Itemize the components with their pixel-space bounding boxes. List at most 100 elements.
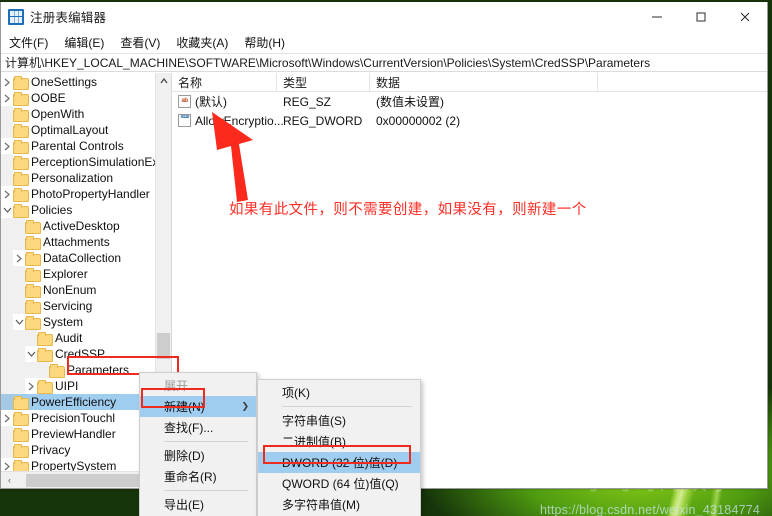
- tree-node-label: Parental Controls: [31, 139, 124, 153]
- tree-node-privacy[interactable]: Privacy: [1, 442, 155, 458]
- tree-indent-guide: [13, 282, 25, 298]
- tree-indent-guide: [1, 426, 13, 442]
- new-multi-string-value[interactable]: 多字符串值(M): [258, 494, 420, 515]
- binary-value-icon: 0110: [178, 114, 191, 127]
- chevron-right-icon[interactable]: [1, 138, 13, 154]
- menu-view[interactable]: 查看(V): [120, 34, 160, 51]
- address-bar[interactable]: 计算机\HKEY_LOCAL_MACHINE\SOFTWARE\Microsof…: [1, 53, 767, 72]
- ctx-find[interactable]: 查找(F)...: [140, 417, 256, 438]
- ctx-delete[interactable]: 删除(D): [140, 445, 256, 466]
- tree-indent-guide: [1, 170, 13, 186]
- maximize-button[interactable]: [679, 2, 723, 32]
- tree-node-onesettings[interactable]: OneSettings: [1, 74, 155, 90]
- tree-node-system[interactable]: System: [1, 314, 155, 330]
- menu-item-label: 展开: [164, 379, 189, 393]
- table-row[interactable]: 0110 AllowEncryptio... REG_DWORD 0x00000002…: [172, 111, 767, 130]
- chevron-right-icon[interactable]: [1, 74, 13, 90]
- tree-node-precisiontouchl[interactable]: PrecisionTouchl: [1, 410, 155, 426]
- tree-node-credssp[interactable]: CredSSP: [1, 346, 155, 362]
- tree-node-parameters[interactable]: Parameters: [1, 362, 155, 378]
- folder-icon: [25, 268, 41, 282]
- ctx-export[interactable]: 导出(E): [140, 494, 256, 515]
- folder-icon: [49, 364, 65, 378]
- tree-node-openwith[interactable]: OpenWith: [1, 106, 155, 122]
- tree-node-label: PrecisionTouchl: [31, 411, 116, 425]
- chevron-right-icon[interactable]: [13, 250, 25, 266]
- chevron-right-icon[interactable]: [1, 458, 13, 471]
- chevron-down-icon[interactable]: [25, 346, 37, 362]
- tree-node-datacollection[interactable]: DataCollection: [1, 250, 155, 266]
- table-row[interactable]: ab (默认) REG_SZ (数值未设置): [172, 92, 767, 111]
- folder-icon: [37, 348, 53, 362]
- window-titlebar[interactable]: 注册表编辑器: [1, 2, 767, 32]
- tree-node-attachments[interactable]: Attachments: [1, 234, 155, 250]
- tree-indent-guide: [13, 330, 25, 346]
- tree-node-perceptionsimulationex[interactable]: PerceptionSimulationEx: [1, 154, 158, 170]
- menu-file[interactable]: 文件(F): [9, 34, 48, 51]
- menu-item-label: 删除(D): [164, 449, 205, 463]
- chevron-right-icon[interactable]: [25, 378, 37, 394]
- tree-node-servicing[interactable]: Servicing: [1, 298, 155, 314]
- folder-icon: [13, 140, 29, 154]
- chevron-down-icon[interactable]: [1, 202, 13, 218]
- tree-node-label: System: [43, 315, 84, 329]
- tree-node-activedesktop[interactable]: ActiveDesktop: [1, 218, 155, 234]
- tree-node-optimallayout[interactable]: OptimalLayout: [1, 122, 155, 138]
- tree-node-label: Privacy: [31, 443, 71, 457]
- new-qword-64[interactable]: QWORD (64 位)值(Q): [258, 473, 420, 494]
- tree-indent-guide: [1, 394, 13, 410]
- menu-favorites[interactable]: 收藏夹(A): [176, 34, 228, 51]
- tree-hscrollbar-thumb[interactable]: [26, 474, 146, 487]
- tree-indent-guide: [1, 330, 13, 346]
- tree-node-audit[interactable]: Audit: [1, 330, 155, 346]
- new-key[interactable]: 项(K): [258, 382, 420, 403]
- value-name-text: AllowEncryptio...: [195, 113, 284, 128]
- menu-separator: [282, 406, 412, 407]
- menu-item-label: 查找(F)...: [164, 421, 214, 435]
- ctx-new[interactable]: 新建(N) ❯: [140, 396, 256, 417]
- tree-node-parental-controls[interactable]: Parental Controls: [1, 138, 155, 154]
- tree-indent-guide: [13, 346, 25, 362]
- chevron-down-icon[interactable]: [13, 314, 25, 330]
- tree-node-uipi[interactable]: UIPI: [1, 378, 155, 394]
- tree-node-photopropertyhandler[interactable]: PhotoPropertyHandler: [1, 186, 155, 202]
- tree-node-personalization[interactable]: Personalization: [1, 170, 155, 186]
- tree-node-oobe[interactable]: OOBE: [1, 90, 155, 106]
- folder-icon: [25, 316, 41, 330]
- tree-node-explorer[interactable]: Explorer: [1, 266, 155, 282]
- ctx-rename[interactable]: 重命名(R): [140, 466, 256, 487]
- tree-node-previewhandler[interactable]: PreviewHandler: [1, 426, 155, 442]
- folder-icon: [25, 236, 41, 250]
- folder-icon: [13, 108, 29, 122]
- tree-node-label: Attachments: [43, 235, 110, 249]
- menu-help[interactable]: 帮助(H): [244, 34, 285, 51]
- tree-node-label: Audit: [55, 331, 83, 345]
- tree-scroll-left-arrow[interactable]: ‹: [1, 472, 18, 488]
- tree-node-powerefficiency[interactable]: PowerEfficiency: [1, 394, 155, 410]
- new-binary-value[interactable]: 二进制值(B): [258, 431, 420, 452]
- menu-item-label: QWORD (64 位)值(Q): [282, 477, 399, 491]
- menu-item-label: 导出(E): [164, 498, 204, 512]
- menu-item-label: 多字符串值(M): [282, 498, 360, 512]
- column-header-type[interactable]: 类型: [277, 73, 370, 91]
- folder-icon: [13, 460, 29, 471]
- tree-indent-guide: [13, 234, 25, 250]
- menu-edit[interactable]: 编辑(E): [64, 34, 104, 51]
- new-dword-32[interactable]: DWORD (32 位)值(D): [258, 452, 420, 473]
- blog-url-text: https://blog.csdn.net/weixin_43184774: [540, 503, 761, 516]
- tree-scrollbar-thumb[interactable]: [157, 333, 170, 359]
- chevron-right-icon[interactable]: [1, 186, 13, 202]
- tree-node-nonenum[interactable]: NonEnum: [1, 282, 155, 298]
- column-header-data[interactable]: 数据: [370, 73, 598, 91]
- minimize-button[interactable]: [635, 2, 679, 32]
- close-button[interactable]: [723, 2, 767, 32]
- chevron-right-icon[interactable]: [1, 410, 13, 426]
- menu-item-label: 重命名(R): [164, 470, 217, 484]
- tree-node-label: OOBE: [31, 91, 66, 105]
- tree-node-policies[interactable]: Policies: [1, 202, 155, 218]
- chevron-right-icon[interactable]: [1, 90, 13, 106]
- new-string-value[interactable]: 字符串值(S): [258, 410, 420, 431]
- tree-scroll-up-arrow[interactable]: [156, 73, 171, 89]
- tree-node-propertysystem[interactable]: PropertySystem: [1, 458, 155, 471]
- column-header-name[interactable]: 名称: [172, 73, 277, 91]
